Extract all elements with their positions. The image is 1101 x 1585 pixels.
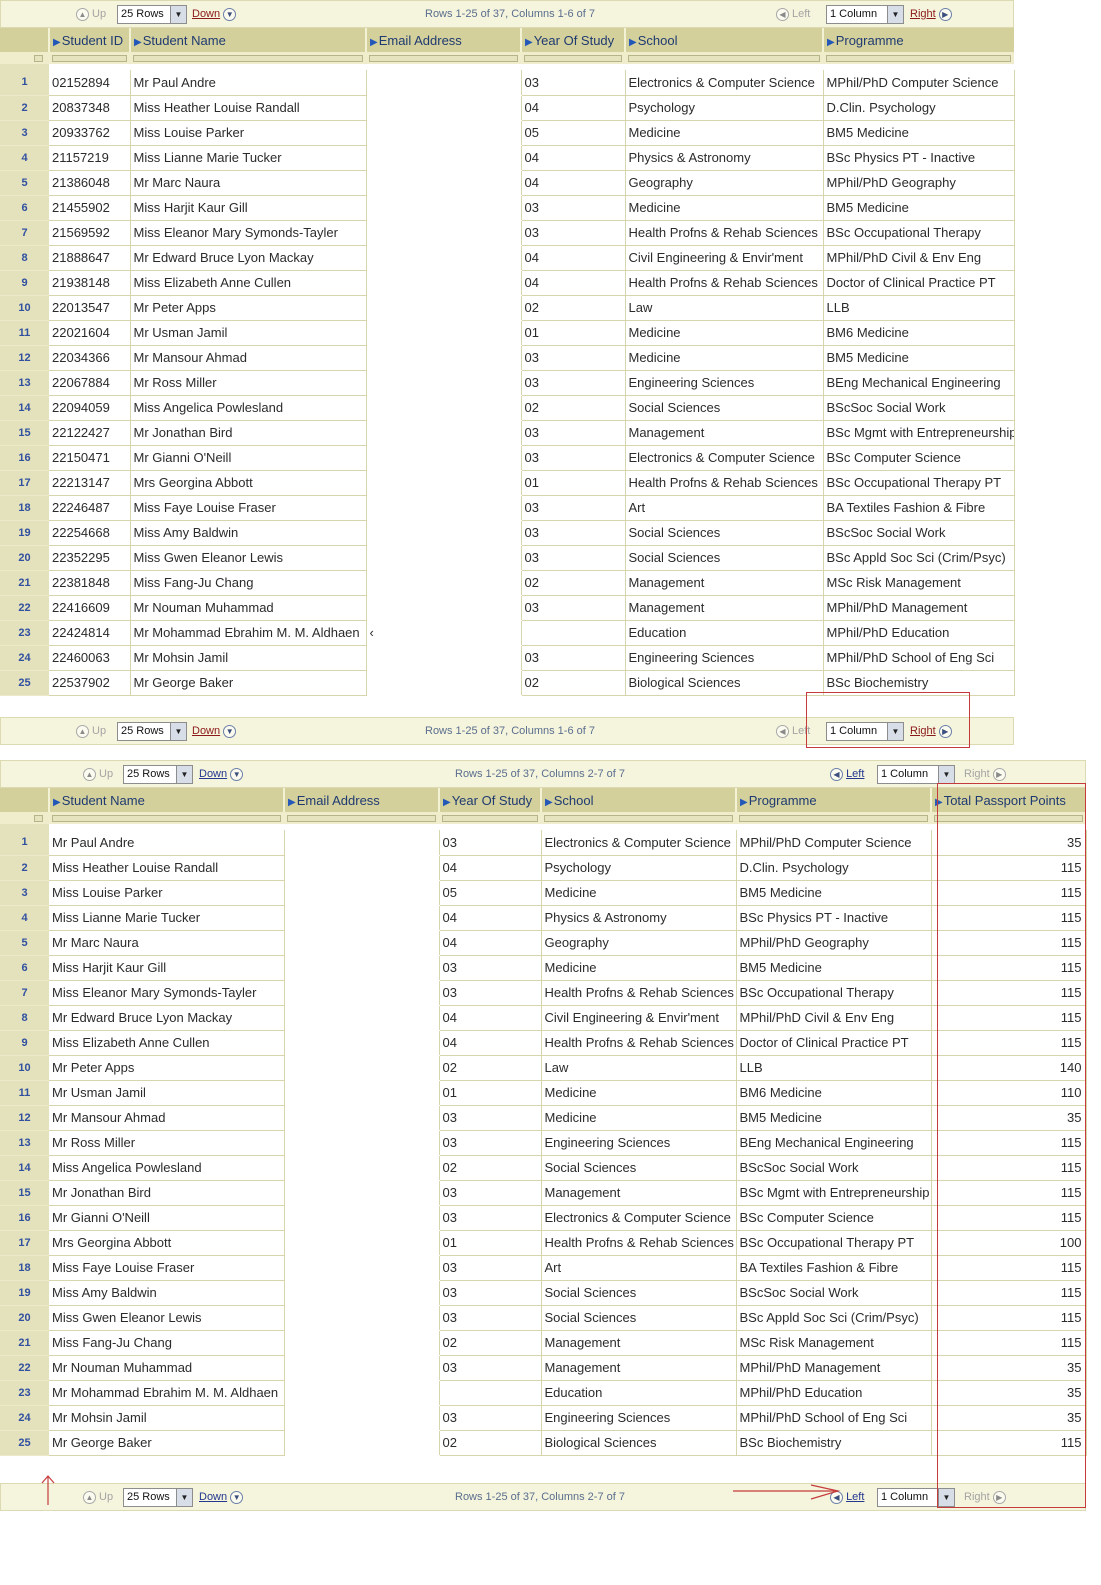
annotation-arrows	[41, 1475, 841, 1505]
annotation-arrow-right-head	[810, 1484, 841, 1500]
